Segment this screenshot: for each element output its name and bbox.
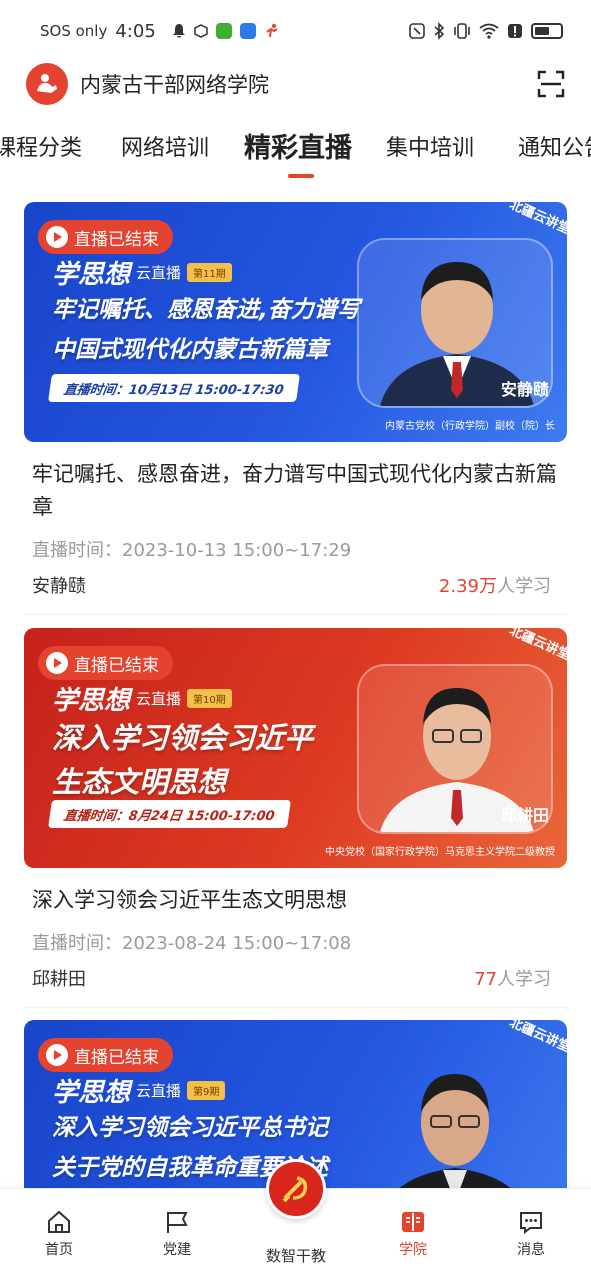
banner-time: 直播时间：10月13日 15:00-17:30 xyxy=(48,374,300,402)
series-suffix: 云直播 xyxy=(136,264,182,282)
banner-headline: 深入学习领会习近平 生态文明思想 xyxy=(52,716,313,804)
learner-count: 2.39万人学习 xyxy=(439,572,551,598)
scan-icon[interactable] xyxy=(537,70,565,98)
divider xyxy=(24,614,567,615)
app-logo xyxy=(26,63,68,105)
play-icon xyxy=(46,652,68,674)
tab-notices[interactable]: 通知公告 xyxy=(518,130,591,162)
series-suffix: 云直播 xyxy=(136,1082,182,1100)
wechat-icon xyxy=(215,23,232,39)
learner-count: 77人学习 xyxy=(474,965,551,991)
banner-series: 学思想 云直播 第9期 xyxy=(52,1072,226,1109)
live-time: 直播时间：2023-08-24 15:00~17:08 xyxy=(32,933,352,954)
nav-digital-center-button[interactable] xyxy=(266,1159,326,1219)
card-footer: 邱耕田 77人学习 xyxy=(32,965,551,991)
speaker-nameplate: 邱耕田 xyxy=(500,806,549,825)
live-card[interactable]: 直播已结束 北疆云讲堂 学思想 云直播 第10期 深入学习领会习近平 生态文明思… xyxy=(24,628,567,1008)
banner-headline-line: 牢记嘱托、感恩奋进,奋力谱写 xyxy=(52,297,360,323)
banner-series: 学思想 云直播 第11期 xyxy=(52,254,232,291)
nav-digital-label: 数智干教 xyxy=(265,1247,326,1265)
vibrate-icon xyxy=(454,23,470,39)
reader-logo-icon xyxy=(37,74,57,93)
course-title[interactable]: 深入学习领会习近平生态文明思想 xyxy=(32,884,559,917)
nav-party-building-label: 党建 xyxy=(163,1242,191,1258)
course-title[interactable]: 牢记嘱托、感恩奋进，奋力谱写中国式现代化内蒙古新篇章 xyxy=(32,458,559,524)
status-badge-label: 直播已结束 xyxy=(74,229,159,250)
wifi-icon xyxy=(479,23,499,39)
bird-app-icon xyxy=(239,23,256,39)
status-badge-label: 直播已结束 xyxy=(74,1047,159,1068)
issue-tag: 第11期 xyxy=(187,263,232,282)
home-icon xyxy=(48,1210,70,1233)
app-title: 内蒙古干部网络学院 xyxy=(80,73,269,97)
play-icon xyxy=(46,226,68,248)
nav-academy[interactable]: 学院 xyxy=(373,1209,453,1259)
status-bar: SOS only 4:05 xyxy=(0,0,591,62)
active-tab-indicator xyxy=(288,174,314,178)
banner-headline: 牢记嘱托、感恩奋进,奋力谱写 中国式现代化内蒙古新篇章 xyxy=(52,290,360,370)
cube-icon xyxy=(194,24,208,38)
alert-icon xyxy=(508,24,522,38)
tab-course-categories[interactable]: 课程分类 xyxy=(0,130,82,162)
card-footer: 安静赜 2.39万人学习 xyxy=(32,572,551,598)
party-emblem-icon xyxy=(282,1176,308,1203)
nfc-icon xyxy=(409,23,425,39)
tab-online-training[interactable]: 网络培训 xyxy=(121,130,209,162)
learner-suffix: 人学习 xyxy=(497,969,551,990)
runner-icon xyxy=(266,24,278,38)
nav-party-building[interactable]: 党建 xyxy=(137,1209,217,1259)
nav-home[interactable]: 首页 xyxy=(19,1209,99,1259)
series-name: 学思想 xyxy=(52,1078,131,1108)
nav-messages[interactable]: 消息 xyxy=(491,1209,571,1259)
book-icon xyxy=(402,1212,424,1232)
learner-number: 2.39万 xyxy=(438,576,497,597)
battery-icon xyxy=(531,23,563,39)
bell-icon xyxy=(172,24,185,38)
banner-corner-label: 北疆云讲堂 xyxy=(506,628,567,664)
app-header: 内蒙古干部网络学院 xyxy=(0,62,591,106)
status-badge: 直播已结束 xyxy=(38,646,173,680)
live-time: 直播时间：2023-10-13 15:00~17:29 xyxy=(32,540,352,561)
banner-corner-label: 北疆云讲堂 xyxy=(506,202,567,238)
banner-headline-line: 深入学习领会习近平总书记 xyxy=(52,1115,328,1141)
issue-tag: 第9期 xyxy=(187,1081,226,1100)
issue-tag: 第10期 xyxy=(187,689,232,708)
series-name: 学思想 xyxy=(52,686,131,716)
live-card[interactable]: 直播已结束 北疆云讲堂 学思想 云直播 第11期 牢记嘱托、感恩奋进,奋力谱写 … xyxy=(24,202,567,615)
carrier-text: SOS only xyxy=(40,22,108,40)
speaker-affiliation: 中央党校（国家行政学院）马克思主义学院二级教授 xyxy=(325,847,555,858)
play-icon xyxy=(46,1044,68,1066)
status-badge-label: 直播已结束 xyxy=(74,655,159,676)
nav-messages-label: 消息 xyxy=(517,1242,545,1258)
learner-number: 77 xyxy=(474,969,497,990)
bottom-nav: 首页 党建 数智干教 学院 消息 xyxy=(0,1159,591,1280)
speaker-name: 邱耕田 xyxy=(32,969,86,990)
live-banner[interactable]: 直播已结束 北疆云讲堂 学思想 云直播 第10期 深入学习领会习近平 生态文明思… xyxy=(24,628,567,868)
speaker-name: 安静赜 xyxy=(32,576,86,597)
message-icon xyxy=(520,1212,542,1235)
learner-suffix: 人学习 xyxy=(497,576,551,597)
nav-home-label: 首页 xyxy=(45,1242,73,1258)
tab-intensive-training[interactable]: 集中培训 xyxy=(386,130,474,162)
series-name: 学思想 xyxy=(52,260,131,290)
banner-headline-line: 深入学习领会习近平 xyxy=(52,721,314,755)
live-banner[interactable]: 直播已结束 北疆云讲堂 学思想 云直播 第11期 牢记嘱托、感恩奋进,奋力谱写 … xyxy=(24,202,567,442)
status-badge: 直播已结束 xyxy=(38,220,173,254)
category-tabs: 课程分类 网络培训 精彩直播 集中培训 通知公告 xyxy=(0,122,591,184)
speaker-affiliation: 内蒙古党校（行政学院）副校（院）长 xyxy=(385,421,555,432)
bluetooth-icon xyxy=(434,22,445,40)
tab-live[interactable]: 精彩直播 xyxy=(244,126,352,165)
flag-icon xyxy=(167,1212,188,1233)
status-badge: 直播已结束 xyxy=(38,1038,173,1072)
banner-headline-line: 生态文明思想 xyxy=(52,765,227,799)
clock: 4:05 xyxy=(115,20,156,42)
banner-time: 直播时间：8月24日 15:00-17:00 xyxy=(48,800,291,828)
speaker-nameplate: 安静赜 xyxy=(500,380,549,399)
banner-corner-label: 北疆云讲堂 xyxy=(506,1020,567,1056)
series-suffix: 云直播 xyxy=(136,690,182,708)
nav-academy-label: 学院 xyxy=(399,1242,427,1258)
divider xyxy=(24,1007,567,1008)
banner-series: 学思想 云直播 第10期 xyxy=(52,680,232,717)
banner-headline-line: 中国式现代化内蒙古新篇章 xyxy=(52,337,328,363)
